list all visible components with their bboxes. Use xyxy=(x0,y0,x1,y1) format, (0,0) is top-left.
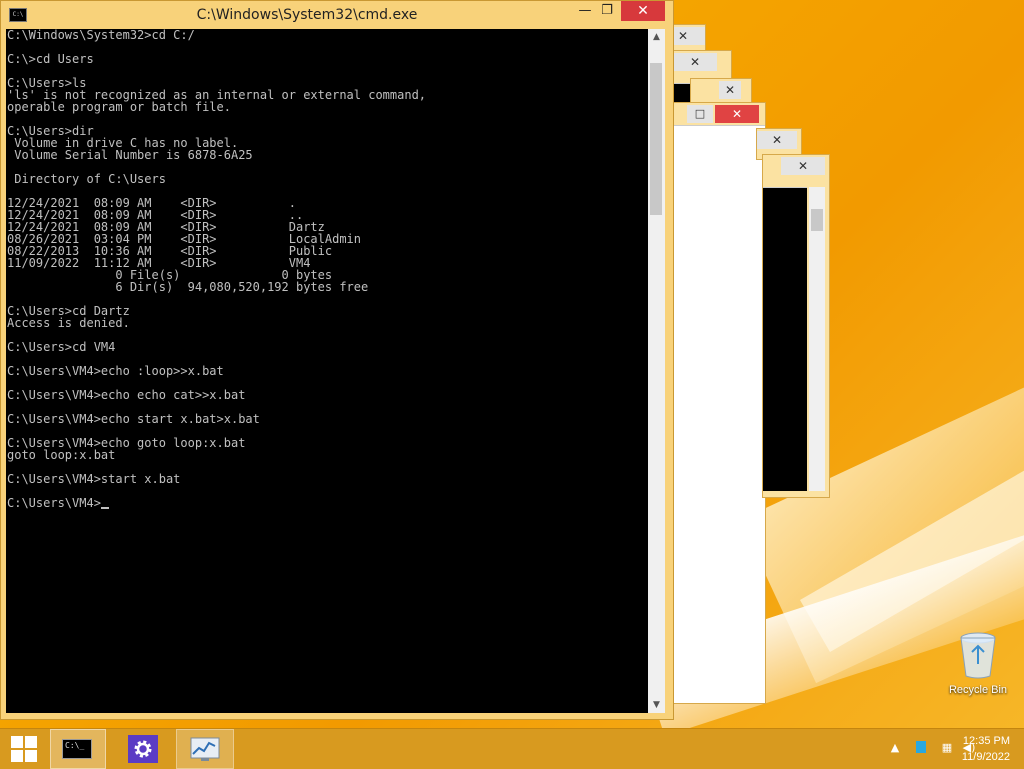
settings-tile xyxy=(128,735,158,763)
background-window[interactable]: □ ✕ xyxy=(672,102,766,704)
console-area xyxy=(763,187,807,491)
recycle-bin-icon xyxy=(960,632,996,679)
taskbar-settings[interactable] xyxy=(116,729,172,769)
scrollbar-thumb[interactable] xyxy=(650,63,662,215)
windows-logo-icon xyxy=(11,736,37,762)
clock-date: 11/9/2022 xyxy=(961,751,1010,763)
flag-icon[interactable] xyxy=(914,741,928,755)
maximize-button[interactable]: ❐ xyxy=(593,1,621,21)
text-cursor xyxy=(100,507,109,509)
close-icon[interactable]: ✕ xyxy=(757,131,797,149)
start-button[interactable] xyxy=(0,729,48,769)
scroll-down-icon[interactable]: ▼ xyxy=(648,697,665,713)
network-icon[interactable]: ▦ xyxy=(940,741,954,755)
cmd-window[interactable]: C:\ C:\Windows\System32\cmd.exe — ❐ ✕ C:… xyxy=(0,0,674,720)
taskbar-cmd[interactable]: C:\_ xyxy=(50,729,106,769)
performance-monitor-icon xyxy=(190,737,220,761)
chevron-up-icon[interactable]: ▲ xyxy=(888,741,902,755)
console-output[interactable]: C:\Windows\System32>cd C:/ C:\>cd Users … xyxy=(6,29,648,713)
vertical-scrollbar[interactable]: ▲ ▼ xyxy=(648,29,665,713)
close-button[interactable]: ✕ xyxy=(621,1,665,21)
clock[interactable]: 12:35 PM 11/9/2022 xyxy=(962,733,1010,765)
taskbar-performance-monitor[interactable] xyxy=(176,729,234,769)
clock-time: 12:35 PM xyxy=(962,735,1010,747)
scrollbar-thumb[interactable] xyxy=(811,209,823,231)
console-text: C:\Windows\System32>cd C:/ C:\>cd Users … xyxy=(7,29,427,510)
console-prompt: C:\Users\VM4> xyxy=(7,496,101,510)
scroll-up-icon[interactable]: ▲ xyxy=(648,29,665,45)
close-icon[interactable]: ✕ xyxy=(719,81,741,99)
maximize-icon[interactable]: □ xyxy=(687,105,713,123)
recycle-bin[interactable]: Recycle Bin xyxy=(940,630,1016,700)
close-icon[interactable]: ✕ xyxy=(781,157,825,175)
window-content xyxy=(673,125,765,703)
gear-icon xyxy=(134,740,152,758)
background-window[interactable]: ✕ xyxy=(762,154,830,498)
close-icon[interactable]: ✕ xyxy=(715,105,759,123)
recycle-bin-label: Recycle Bin xyxy=(948,684,1008,696)
close-icon[interactable]: ✕ xyxy=(673,53,717,71)
system-tray: ▲ ▦ ◀) 12:35 PM 11/9/2022 xyxy=(834,729,1024,769)
scrollbar[interactable] xyxy=(809,187,825,491)
taskbar: C:\_ ▲ ▦ ◀) 12:35 PM 11/9/2022 xyxy=(0,728,1024,769)
window-title: C:\Windows\System32\cmd.exe xyxy=(196,7,418,23)
cmd-icon: C:\_ xyxy=(62,739,92,759)
title-bar[interactable]: C:\ C:\Windows\System32\cmd.exe — ❐ ✕ xyxy=(1,1,673,29)
